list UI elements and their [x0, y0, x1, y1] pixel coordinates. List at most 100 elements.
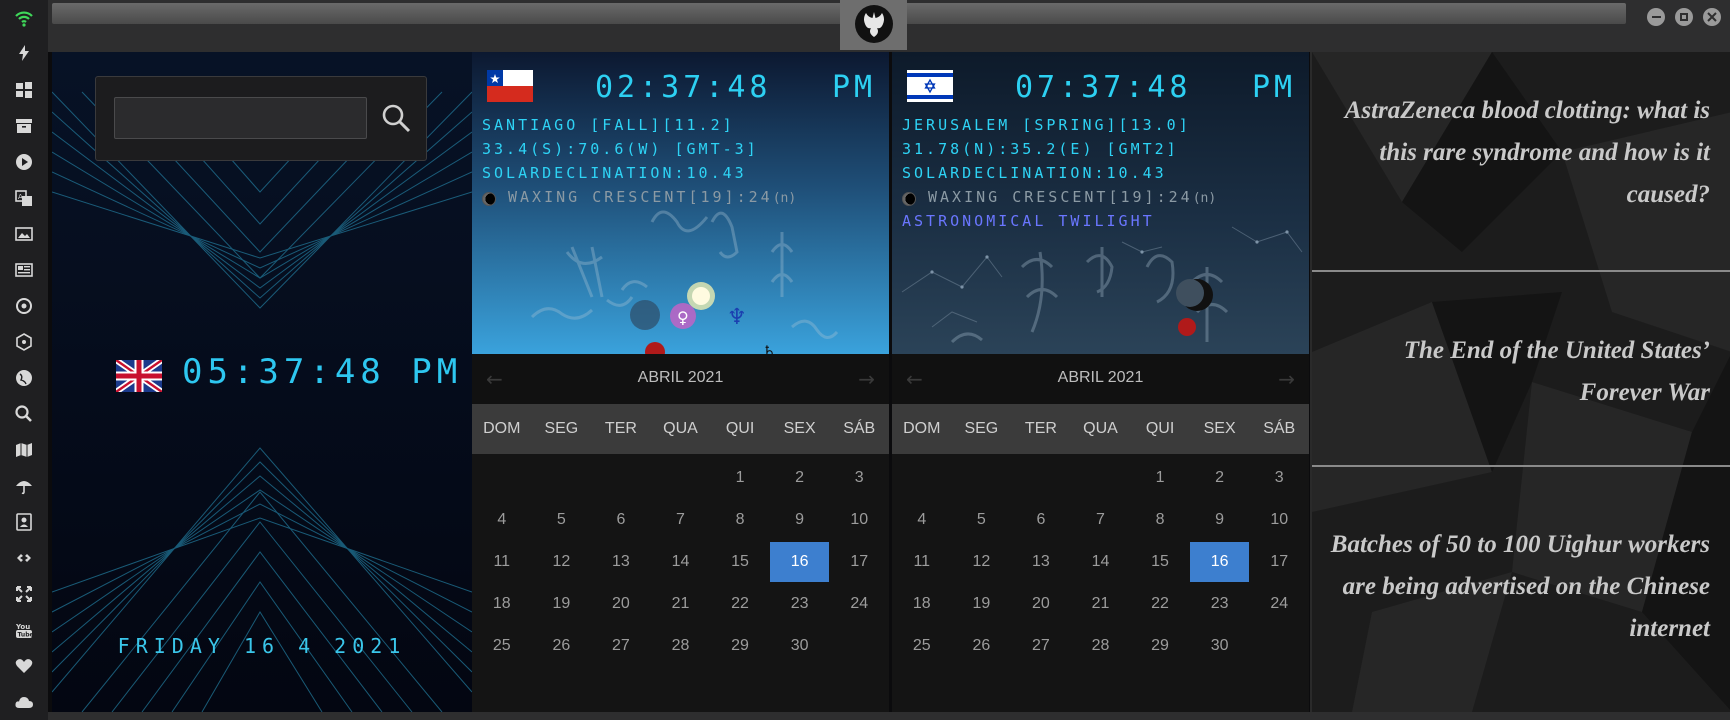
calendar-day[interactable]: 8	[710, 499, 770, 541]
calendar-day[interactable]: 6	[1011, 499, 1071, 541]
calendar-day-today[interactable]: 16	[1189, 542, 1250, 582]
calendar-day[interactable]: 2	[770, 457, 830, 499]
calendar-day[interactable]: 5	[532, 499, 592, 541]
umbrella-icon[interactable]	[12, 474, 36, 498]
calendar-day[interactable]: 18	[472, 583, 532, 625]
windows-icon[interactable]	[12, 78, 36, 102]
calendar-day[interactable]: 3	[829, 457, 889, 499]
calendar-day	[952, 457, 1012, 499]
heart-icon[interactable]	[12, 654, 36, 678]
app-logo-tab[interactable]	[840, 0, 907, 50]
calendar-day[interactable]: 17	[829, 541, 889, 583]
calendar-day[interactable]: 3	[1249, 457, 1309, 499]
next-month-arrow-icon[interactable]: →	[858, 367, 875, 391]
calendar-day[interactable]: 26	[952, 625, 1012, 667]
calendar-day[interactable]: 8	[1130, 499, 1190, 541]
link-icon[interactable]	[12, 546, 36, 570]
minimize-button[interactable]	[1647, 8, 1665, 26]
calendar-day[interactable]: 17	[1249, 541, 1309, 583]
search-input[interactable]	[114, 97, 367, 139]
calendar-day[interactable]: 13	[1011, 541, 1071, 583]
close-button[interactable]	[1703, 8, 1721, 26]
calendar-day[interactable]: 14	[651, 541, 711, 583]
cloud-icon[interactable]	[12, 690, 36, 714]
calendar-day[interactable]: 20	[591, 583, 651, 625]
calendar-day[interactable]: 25	[892, 625, 952, 667]
calendar-day[interactable]: 24	[829, 583, 889, 625]
calendar-day[interactable]: 15	[710, 541, 770, 583]
calendar-day[interactable]: 21	[651, 583, 711, 625]
maximize-button[interactable]	[1675, 8, 1693, 26]
calendar-day[interactable]: 2	[1190, 457, 1250, 499]
local-date: FRIDAY 16 4 2021	[117, 634, 407, 658]
calendar-day[interactable]: 29	[1130, 625, 1190, 667]
calendar-day[interactable]: 10	[1249, 499, 1309, 541]
search-button[interactable]	[379, 101, 413, 135]
calendar-day[interactable]: 13	[591, 541, 651, 583]
calendar-day[interactable]: 22	[1130, 583, 1190, 625]
calendar-day[interactable]: 27	[1011, 625, 1071, 667]
calendar-day[interactable]: 20	[1011, 583, 1071, 625]
calendar-day[interactable]: 9	[1190, 499, 1250, 541]
newspaper-icon[interactable]	[12, 258, 36, 282]
calendar-day[interactable]: 21	[1071, 583, 1131, 625]
next-month-arrow-icon[interactable]: →	[1278, 367, 1295, 391]
hexagon-icon[interactable]	[12, 330, 36, 354]
search-icon[interactable]	[12, 402, 36, 426]
archive-icon[interactable]	[12, 114, 36, 138]
calendar-day[interactable]: 23	[1190, 583, 1250, 625]
calendar-day[interactable]: 18	[892, 583, 952, 625]
calendar-day[interactable]: 15	[1130, 541, 1190, 583]
weekday: QUA	[663, 420, 698, 437]
calendar-day[interactable]: 19	[952, 583, 1012, 625]
calendar-day[interactable]: 22	[710, 583, 770, 625]
city-ampm: PM	[832, 70, 877, 105]
calendar-day[interactable]: 29	[710, 625, 770, 667]
play-icon[interactable]	[12, 150, 36, 174]
calendar-day[interactable]: 27	[591, 625, 651, 667]
calendar-day[interactable]: 4	[472, 499, 532, 541]
calendar-day[interactable]: 10	[829, 499, 889, 541]
calendar-day[interactable]: 28	[1071, 625, 1131, 667]
fullscreen-icon[interactable]	[12, 582, 36, 606]
calendar-day[interactable]: 1	[710, 457, 770, 499]
calendar-day[interactable]: 28	[651, 625, 711, 667]
youtube-icon[interactable]: You Tube	[12, 618, 36, 642]
globe-icon[interactable]	[12, 366, 36, 390]
calendar-weekdays: DOM SEG TER QUA QUI SEX SÁB	[472, 404, 889, 454]
calendar-day[interactable]: 11	[472, 541, 532, 583]
wifi-icon[interactable]	[12, 6, 36, 30]
calendar-day-today[interactable]: 16	[769, 542, 830, 582]
news-headline[interactable]: AstraZeneca blood clotting: what is this…	[1330, 90, 1710, 216]
lightning-icon[interactable]	[12, 41, 36, 65]
calendar-day[interactable]: 1	[1130, 457, 1190, 499]
calendar-day[interactable]: 9	[770, 499, 830, 541]
weekday: QUI	[725, 420, 755, 437]
calendar-day[interactable]: 12	[952, 541, 1012, 583]
calendar-day[interactable]: 24	[1249, 583, 1309, 625]
calendar-day[interactable]: 12	[532, 541, 592, 583]
news-headline[interactable]: Batches of 50 to 100 Uighur workers are …	[1330, 524, 1710, 650]
calendar-day[interactable]: 26	[532, 625, 592, 667]
contacts-icon[interactable]	[12, 510, 36, 534]
map-icon[interactable]	[12, 438, 36, 462]
title-drag-area[interactable]	[52, 3, 1626, 24]
calendar-day[interactable]: 4	[892, 499, 952, 541]
calendar-day[interactable]: 19	[532, 583, 592, 625]
calendar-day[interactable]: 30	[770, 625, 830, 667]
calendar-day[interactable]: 14	[1071, 541, 1131, 583]
translate-icon[interactable]: A	[12, 186, 36, 210]
calendar-day[interactable]: 11	[892, 541, 952, 583]
news-headline[interactable]: The End of the United States’ Forever Wa…	[1330, 330, 1710, 414]
settings-icon[interactable]	[12, 294, 36, 318]
calendar-day[interactable]: 7	[651, 499, 711, 541]
calendar-day[interactable]: 23	[770, 583, 830, 625]
calendar-day[interactable]: 6	[591, 499, 651, 541]
calendar-day[interactable]: 5	[952, 499, 1012, 541]
city-coordinates: 33.4(S):70.6(W) [GMT-3]	[482, 140, 759, 158]
calendar-day[interactable]: 25	[472, 625, 532, 667]
image-icon[interactable]	[12, 222, 36, 246]
calendar-day[interactable]: 30	[1190, 625, 1250, 667]
calendar-day[interactable]: 7	[1071, 499, 1131, 541]
moon-phase: WAXING CRESCENT[19]:24(n)	[508, 188, 796, 206]
